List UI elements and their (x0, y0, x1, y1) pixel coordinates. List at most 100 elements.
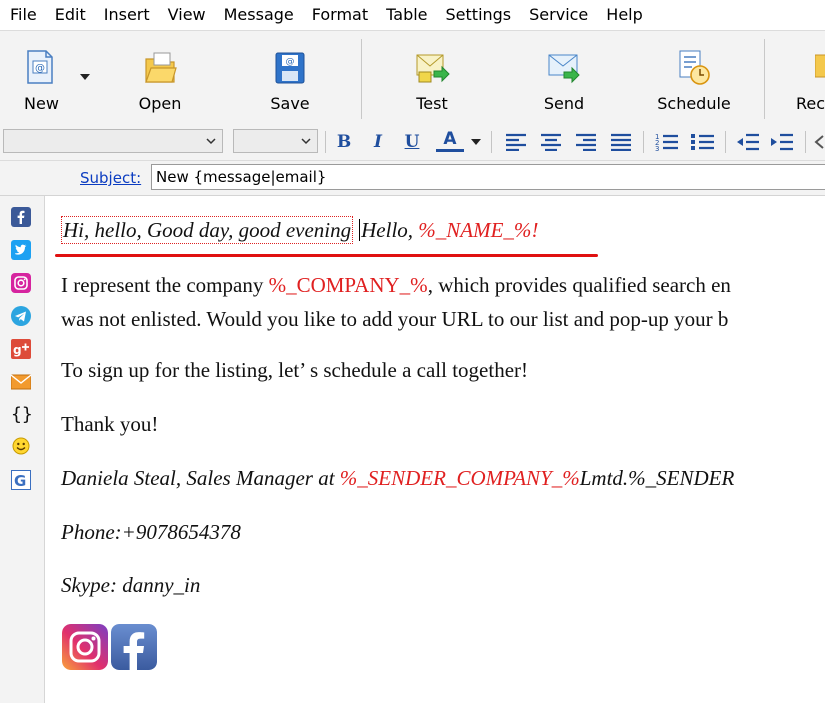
format-separator (325, 131, 326, 153)
schedule-clock-icon (679, 50, 710, 85)
menu-edit[interactable]: Edit (46, 0, 95, 30)
format-separator (805, 131, 806, 153)
svg-text:@: @ (286, 57, 295, 67)
menu-help[interactable]: Help (597, 0, 651, 30)
facebook-icon[interactable] (11, 207, 31, 227)
format-separator (491, 131, 492, 153)
schedule-button[interactable]: Schedule (650, 31, 738, 123)
google-icon[interactable]: G (11, 470, 31, 490)
signature-text: Daniela Steal, Sales Manager at (61, 466, 340, 490)
save-button[interactable]: @ Save (250, 31, 330, 123)
subject-input[interactable]: New {message|email} (151, 164, 825, 190)
open-folder-icon (145, 52, 177, 83)
test-label: Test (416, 94, 448, 113)
menu-table[interactable]: Table (377, 0, 436, 30)
smiley-icon[interactable] (11, 436, 31, 456)
receive-label: Rec (796, 94, 825, 113)
numbered-list-icon[interactable]: 123 (655, 132, 679, 152)
svg-text:g: g (13, 343, 22, 357)
main-toolbar: @ New Open @ Save Test Send Schedule Rec (0, 30, 825, 124)
insert-sidebar: g {} G (0, 196, 45, 703)
google-plus-icon[interactable]: g (11, 339, 31, 359)
instagram-logo-icon[interactable] (62, 624, 108, 670)
align-right-icon[interactable] (575, 133, 597, 151)
font-family-select[interactable] (3, 129, 223, 153)
svg-text:{}: {} (11, 404, 31, 423)
paragraph-3: Thank you! (61, 412, 159, 436)
sender-company-variable: %_SENDER_COMPANY_% (339, 466, 580, 490)
save-disk-icon: @ (275, 52, 305, 84)
menu-format[interactable]: Format (303, 0, 377, 30)
menu-settings[interactable]: Settings (437, 0, 521, 30)
paragraph-1-line-1: I represent the company %_COMPANY_%, whi… (61, 273, 731, 298)
signature-line: Daniela Steal, Sales Manager at %_SENDER… (61, 466, 734, 491)
align-center-icon[interactable] (540, 133, 562, 151)
send-envelope-icon (548, 54, 580, 84)
company-variable: %_COMPANY_% (268, 273, 428, 297)
new-message-icon: @ (27, 50, 53, 84)
font-size-select[interactable] (233, 129, 318, 153)
subject-label[interactable]: Subject: (80, 169, 141, 187)
skype-line: Skype: danny_in (61, 573, 201, 597)
email-icon[interactable] (11, 372, 31, 392)
new-button[interactable]: @ New (4, 31, 76, 123)
send-button[interactable]: Send (524, 31, 604, 123)
greeting-line: Hi, hello, Good day, good evening Hello, … (61, 216, 539, 244)
menu-insert[interactable]: Insert (95, 0, 159, 30)
menu-view[interactable]: View (159, 0, 215, 30)
facebook-logo-icon[interactable] (111, 624, 157, 670)
subject-row: Subject: New {message|email} (0, 161, 825, 196)
menu-service[interactable]: Service (520, 0, 597, 30)
paragraph-text: I represent the company (61, 273, 269, 297)
instagram-icon[interactable] (11, 273, 31, 293)
schedule-label: Schedule (657, 94, 731, 113)
format-separator (643, 131, 644, 153)
phone-line: Phone:+9078654378 (61, 520, 241, 544)
telegram-icon[interactable] (11, 306, 31, 326)
receive-icon (815, 54, 825, 78)
paragraph-2: To sign up for the listing, let’ s sched… (61, 358, 529, 382)
indent-icon[interactable] (770, 132, 794, 152)
test-message-icon (416, 54, 450, 83)
spintax-block[interactable]: Hi, hello, Good day, good evening (61, 216, 354, 244)
send-label: Send (543, 94, 585, 113)
menu-message[interactable]: Message (215, 0, 303, 30)
chevron-down-icon (301, 138, 311, 145)
receive-button[interactable]: Rec (793, 31, 825, 123)
more-format-icon[interactable] (813, 132, 825, 152)
font-color-dropdown-icon[interactable] (471, 138, 481, 146)
bullet-list-icon[interactable] (691, 132, 715, 152)
svg-text:G: G (14, 472, 26, 490)
menu-file[interactable]: File (0, 0, 46, 30)
paragraph-text: , which provides qualified search en (427, 273, 731, 297)
svg-text:@: @ (35, 63, 45, 74)
message-editor[interactable]: Hi, hello, Good day, good evening Hello, … (45, 196, 825, 703)
test-button[interactable]: Test (392, 31, 472, 123)
greeting-text: Hello, (361, 218, 419, 242)
new-label: New (24, 94, 59, 113)
format-separator (725, 131, 726, 153)
menu-bar: File Edit Insert View Message Format Tab… (0, 0, 825, 30)
text-caret (359, 219, 361, 241)
twitter-icon[interactable] (11, 240, 31, 260)
red-underline-annotation (55, 254, 598, 257)
name-variable: %_NAME_% (418, 218, 532, 242)
open-label: Open (138, 94, 182, 113)
new-dropdown-icon[interactable] (80, 73, 90, 81)
greeting-end: ! (531, 218, 539, 242)
chevron-down-icon (206, 138, 216, 145)
align-left-icon[interactable] (505, 133, 527, 151)
format-toolbar: B I U A 123 (0, 123, 825, 161)
italic-button[interactable]: I (364, 129, 392, 155)
bold-button[interactable]: B (330, 129, 358, 155)
align-justify-icon[interactable] (610, 133, 632, 151)
font-color-button[interactable]: A (436, 129, 464, 152)
save-label: Save (270, 94, 310, 113)
underline-button[interactable]: U (398, 129, 426, 155)
toolbar-separator (361, 39, 362, 119)
braces-icon[interactable]: {} (11, 403, 31, 423)
open-button[interactable]: Open (120, 31, 200, 123)
paragraph-1-line-2: was not enlisted. Would you like to add … (61, 307, 729, 331)
outdent-icon[interactable] (736, 132, 760, 152)
toolbar-separator (764, 39, 765, 119)
